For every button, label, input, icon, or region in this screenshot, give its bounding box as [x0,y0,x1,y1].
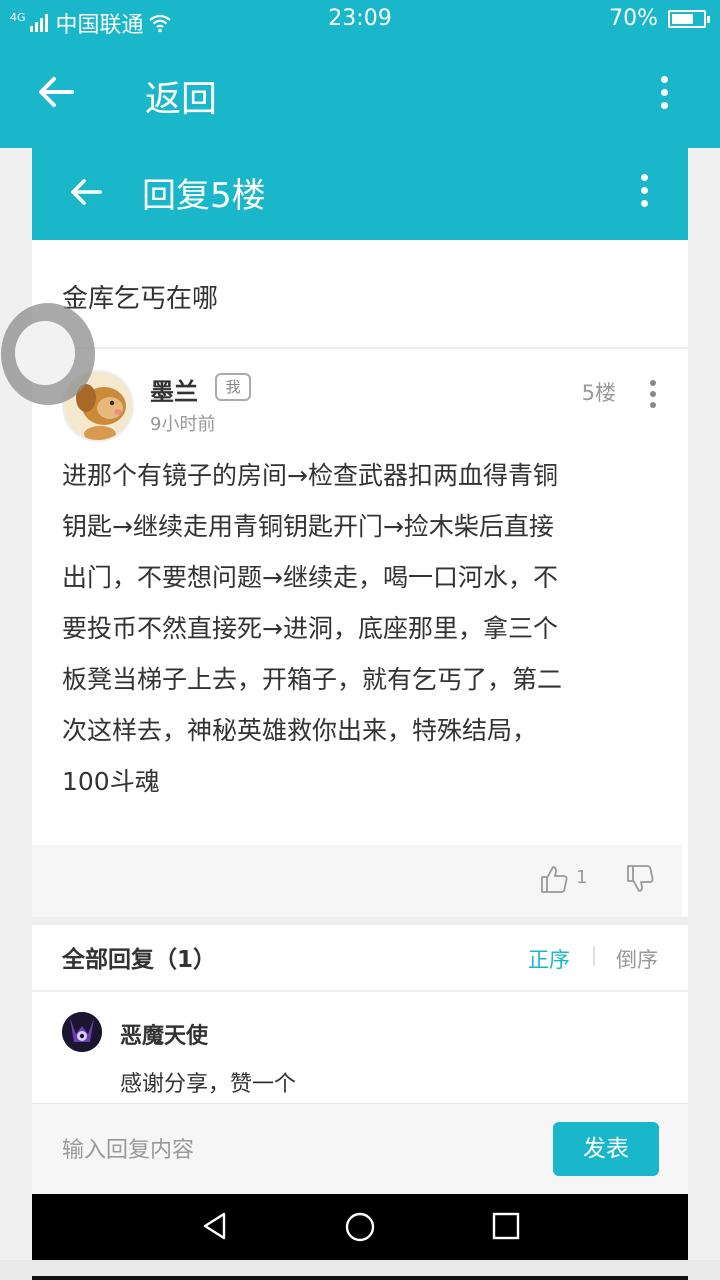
body-line: 板凳当梯子上去，开箱子，就有乞丐了，第二 [62,665,563,694]
status-right: 70% [609,6,710,31]
thumbs-up-icon[interactable] [538,863,570,895]
dialog-more-icon[interactable] [641,174,648,207]
thumbs-down-icon[interactable] [624,863,656,895]
body-line: 出门，不要想问题→继续走，喝一口河水，不 [62,563,558,592]
replies-header: 全部回复（1） [62,947,217,973]
reply-avatar[interactable] [62,1012,102,1052]
dialog-title: 回复5楼 [142,176,266,216]
body-line: 钥匙→继续走用青铜钥匙开门→捡木柴后直接 [62,512,554,541]
like-count: 1 [576,867,588,888]
post-body: 进那个有镜子的房间→检查武器扣两血得青铜 钥匙→继续走用青铜钥匙开门→捡木柴后直… [62,450,662,807]
send-button[interactable]: 发表 [553,1122,659,1176]
body-line: 100斗魂 [62,767,160,796]
battery-fill [672,13,693,24]
dialog-back-icon[interactable] [66,172,106,212]
battery-percent: 70% [609,6,658,31]
section-gap [32,917,688,925]
reply-dialog: 回复5楼 金库乞丐在哪 墨兰 我 9小时前 5楼 进那个有镜子的房间→检查武器扣… [32,148,688,1260]
outer-title[interactable]: 返回 [145,70,217,122]
more-menu-icon[interactable] [661,76,668,109]
nav-recent-icon[interactable] [492,1212,520,1240]
body-line: 进那个有镜子的房间→检查武器扣两血得青铜 [62,461,558,490]
reply-input[interactable] [62,1132,522,1168]
floating-assist-ball[interactable] [1,303,95,405]
system-nav-bar [32,1194,688,1260]
sort-separator [593,946,595,966]
reply-avatar-image [62,1012,102,1052]
battery-icon [668,9,710,28]
post-actions: 1 [32,845,682,917]
nav-back-icon[interactable] [200,1211,230,1241]
dialog-header: 回复5楼 [32,148,688,240]
sort-descending-tab[interactable]: 倒序 [616,944,658,974]
status-bar: 4G 中国联通 23:09 70% [0,0,720,40]
reply-user-name[interactable]: 恶魔天使 [120,1018,208,1050]
sort-ascending-tab[interactable]: 正序 [528,944,570,974]
nav-home-icon[interactable] [344,1211,376,1243]
reply-text: 感谢分享，赞一个 [120,1072,297,1097]
bottom-edge [0,1260,720,1280]
post-more-icon[interactable] [650,380,656,408]
divider [32,347,688,349]
floor-label: 5楼 [581,381,616,405]
divider [32,990,688,992]
outer-nav: 返回 [0,40,720,148]
post-time: 9小时前 [150,414,216,435]
post-title: 金库乞丐在哪 [62,284,219,314]
reply-input-bar: 发表 [32,1103,688,1195]
me-badge: 我 [215,373,251,401]
body-line: 要投币不然直接死→进洞，底座那里，拿三个 [62,614,558,643]
back-arrow-icon[interactable] [34,70,78,114]
author-name[interactable]: 墨兰 [150,372,198,407]
body-line: 次这样去，神秘英雄救你出来，特殊结局， [62,716,538,745]
